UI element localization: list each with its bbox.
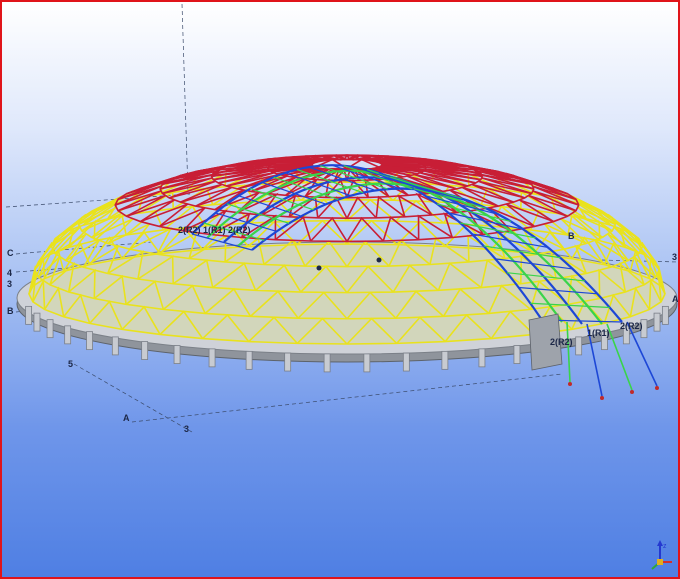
support-column (575, 336, 583, 356)
grid-label-b: B (7, 306, 14, 316)
support-column (46, 319, 54, 339)
support-column (441, 350, 449, 370)
support-column (661, 305, 669, 325)
svg-text:z: z (663, 543, 667, 550)
model-viewport[interactable]: C 4 3 B 5 A 3 3 A B 2(R2) 1(R1) 2(R2) 1(… (0, 0, 680, 579)
support-column (284, 352, 292, 372)
arch-label-right-upper: 1(R1) (587, 328, 610, 338)
support-column (141, 341, 149, 360)
grid-label-c: C (7, 248, 14, 258)
grid-label-a: A (123, 413, 130, 423)
dome-member (325, 154, 348, 157)
dome-structure-drawing[interactable] (2, 2, 680, 579)
grid-label-b-right: B (568, 231, 575, 241)
support-column (25, 305, 33, 325)
support-column (653, 312, 661, 332)
grid-label-3-right: 3 (672, 252, 678, 262)
grid-label-4: 4 (7, 268, 13, 278)
support-column (208, 348, 216, 368)
leg-support-node (568, 382, 572, 386)
support-column (33, 312, 41, 332)
grid-label-3: 3 (7, 279, 13, 289)
support-column (64, 325, 72, 345)
support-column (323, 353, 331, 373)
support-column (111, 336, 119, 356)
arch-label-right-upper-2: 2(R2) (620, 321, 643, 331)
support-column (86, 331, 93, 351)
support-column (402, 352, 410, 372)
support-column (478, 348, 486, 368)
axis-gizmo-icon[interactable]: z (648, 538, 676, 572)
support-column (173, 345, 181, 364)
support-column (513, 345, 521, 364)
leg-support-node (630, 390, 634, 394)
grid-label-a-right: A (672, 294, 679, 304)
arch-label-left-group: 2(R2) 1(R1) 2(R2) (178, 225, 251, 235)
support-column (245, 350, 253, 370)
dome-member (346, 154, 369, 157)
grid-label-5: 5 (68, 359, 74, 369)
arch-label-right-lower: 2(R2) (550, 337, 573, 347)
leg-support-node (600, 396, 604, 400)
support-column (363, 353, 371, 373)
grid-label-3-bottom: 3 (184, 424, 190, 434)
leg-support-node (655, 386, 659, 390)
